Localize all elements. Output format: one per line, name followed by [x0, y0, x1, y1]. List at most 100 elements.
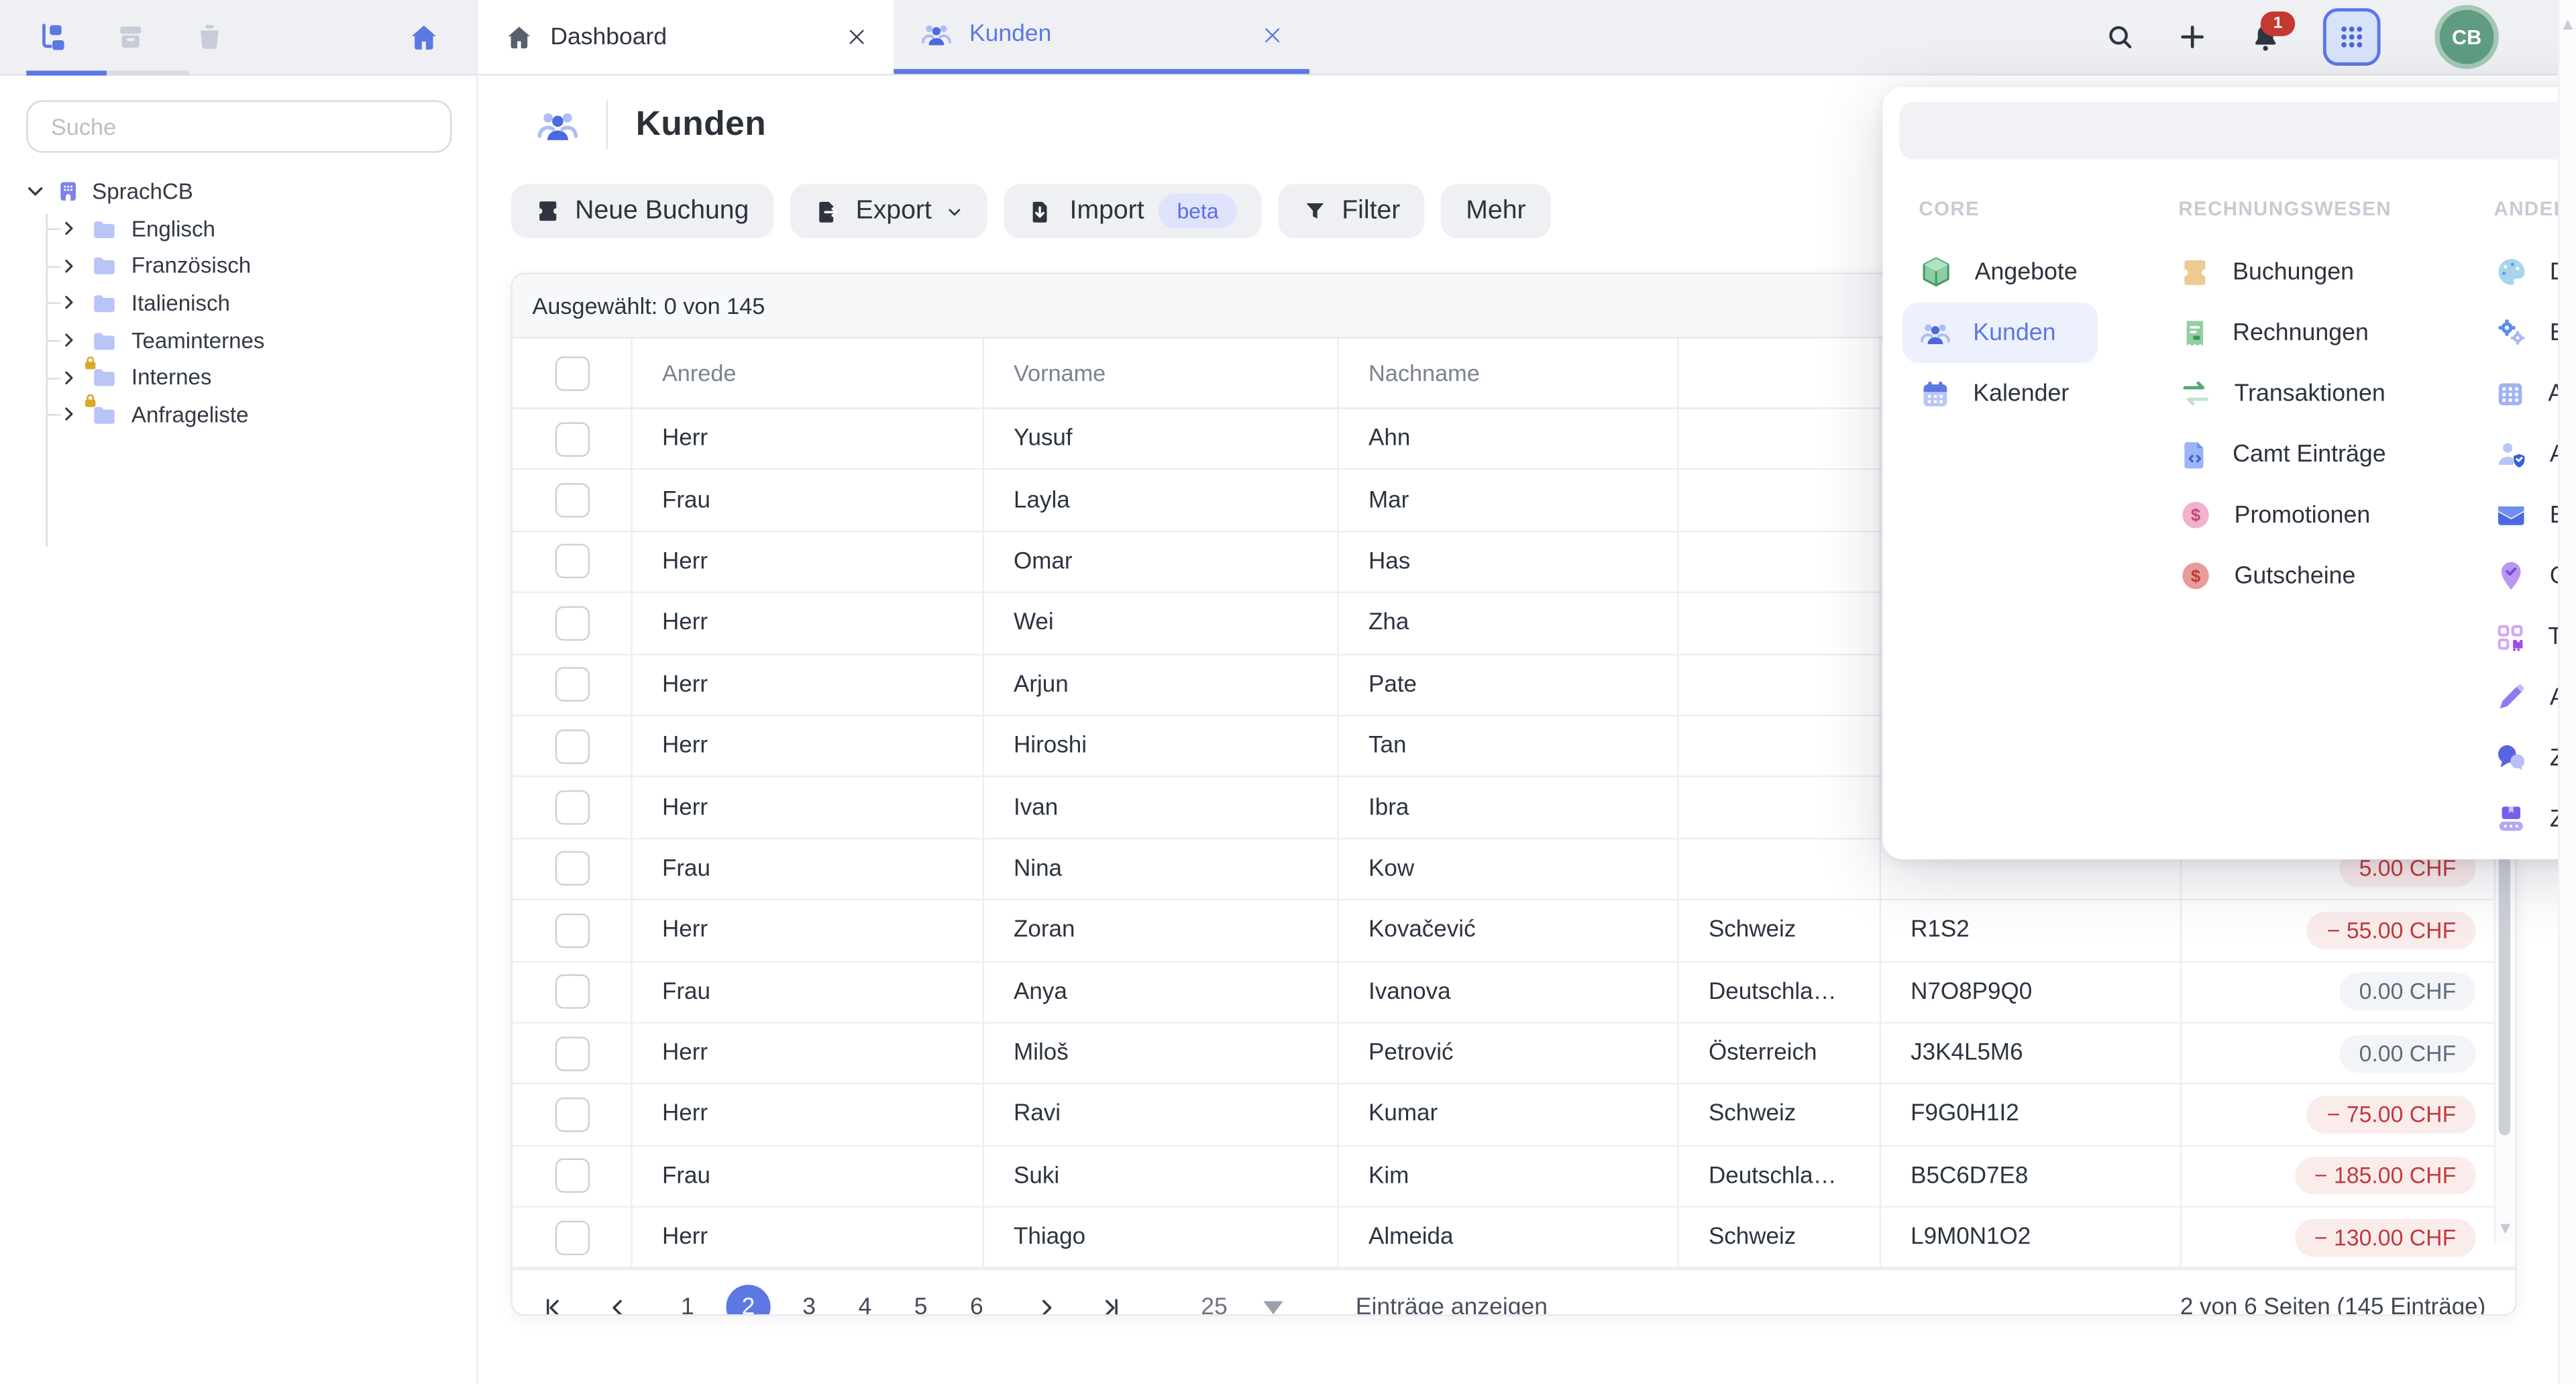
row-checkbox[interactable]: [555, 422, 589, 456]
sidebar-search[interactable]: [26, 100, 451, 152]
tab-label: Dashboard: [550, 24, 667, 50]
chevron-down-icon[interactable]: [26, 182, 44, 200]
page-button-5[interactable]: 5: [904, 1295, 938, 1316]
row-checkbox[interactable]: [555, 606, 589, 640]
chevron-down-icon: [947, 203, 963, 219]
row-checkbox[interactable]: [555, 790, 589, 824]
next-page-button[interactable]: [1035, 1296, 1058, 1316]
apps-menu-item-gutscheine[interactable]: $Gutscheine: [2162, 545, 2372, 606]
page-button-4[interactable]: 4: [848, 1295, 882, 1316]
apps-menu-item-buchungen[interactable]: Buchungen: [2162, 242, 2371, 303]
cell-nachname: Kovačević: [1339, 900, 1679, 960]
row-checkbox[interactable]: [555, 852, 589, 886]
row-checkbox[interactable]: [555, 668, 589, 702]
table-row[interactable]: HerrRaviKumarSchweizF9G0H1I2− 75.00 CHF: [513, 1085, 2515, 1147]
tab-close-icon[interactable]: [1262, 24, 1283, 46]
import-button[interactable]: Importbeta: [1004, 184, 1262, 238]
plus-icon[interactable]: [2177, 21, 2208, 53]
page-button-6[interactable]: 6: [959, 1295, 994, 1316]
table-row[interactable]: HerrThiagoAlmeidaSchweizL9M0N1O2− 130.00…: [513, 1208, 2515, 1269]
table-row[interactable]: FrauSukiKimDeutschla…B5C6D7E8− 185.00 CH…: [513, 1147, 2515, 1208]
tab-dashboard[interactable]: Dashboard: [478, 0, 894, 74]
cell-land: [1679, 594, 1881, 653]
first-page-button[interactable]: [542, 1296, 565, 1316]
column-header-3[interactable]: Nachname: [1339, 338, 1679, 407]
column-header-4[interactable]: [1679, 338, 1881, 407]
page-scrollbar[interactable]: [2558, 0, 2576, 1384]
notifications-bell[interactable]: 1: [2249, 21, 2282, 54]
search-icon[interactable]: [2104, 21, 2136, 53]
tree-item-teaminternes[interactable]: Teaminternes: [61, 321, 477, 358]
filter-button[interactable]: Filter: [1278, 184, 1425, 238]
cell-text: Suki: [1014, 1163, 1059, 1189]
apps-menu-item-transaktionen[interactable]: Transaktionen: [2162, 363, 2402, 424]
trash-icon[interactable]: [194, 21, 225, 53]
row-checkbox[interactable]: [555, 1220, 589, 1255]
column-header-2[interactable]: Vorname: [984, 338, 1339, 407]
ticket-icon: [2178, 256, 2211, 288]
apps-menu-search-input[interactable]: [1921, 116, 2576, 146]
apps-menu-search[interactable]: [1899, 102, 2576, 160]
row-checkbox[interactable]: [555, 545, 589, 579]
apps-menu-item-kunden[interactable]: Kunden: [1902, 303, 2098, 364]
tree-item-anfrageliste[interactable]: Anfrageliste: [61, 396, 477, 433]
tree-item-internes[interactable]: Internes: [61, 359, 477, 396]
row-checkbox[interactable]: [555, 1159, 589, 1193]
row-checkbox[interactable]: [555, 729, 589, 763]
last-page-button[interactable]: [1099, 1296, 1122, 1316]
column-header-1[interactable]: Anrede: [633, 338, 984, 407]
cell-text: L9M0N1O2: [1911, 1224, 2031, 1250]
tree-item-französisch[interactable]: Französisch: [61, 248, 477, 284]
tab-close-icon[interactable]: [846, 26, 867, 48]
tab-kunden[interactable]: Kunden: [894, 0, 1309, 74]
column-header-0[interactable]: [513, 338, 633, 407]
users-icon: [920, 18, 953, 51]
cell-saldo: 0.00 CHF: [2182, 1023, 2499, 1083]
lock-icon: [82, 355, 98, 371]
sidebar-scroll-indicator[interactable]: [26, 70, 107, 74]
row-checkbox-cell: [513, 1085, 633, 1145]
scroll-down-arrow[interactable]: [2500, 1224, 2510, 1234]
row-checkbox[interactable]: [555, 1036, 589, 1070]
tree-root-item[interactable]: SprachCB: [0, 172, 476, 209]
apps-grid-button[interactable]: [2323, 8, 2381, 66]
page-button-1[interactable]: 1: [670, 1295, 704, 1316]
apps-menu-item-camt-eintr-ge[interactable]: Camt Einträge: [2162, 424, 2402, 485]
folder-icon: [91, 326, 119, 354]
tree-item-englisch[interactable]: Englisch: [61, 210, 477, 247]
neue-buchung-button[interactable]: Neue Buchung: [511, 184, 773, 238]
select-all-checkbox[interactable]: [555, 356, 589, 390]
table-row[interactable]: FrauAnyaIvanovaDeutschla…N7O8P9Q00.00 CH…: [513, 962, 2515, 1024]
apps-menu-item-promotionen[interactable]: $Promotionen: [2162, 484, 2387, 545]
apps-menu-item-angebote[interactable]: Angebote: [1902, 242, 2094, 303]
cell-vorname: Yusuf: [984, 409, 1339, 469]
tree-item-italienisch[interactable]: Italienisch: [61, 284, 477, 321]
page-button-2[interactable]: 2: [726, 1285, 770, 1316]
table-row[interactable]: HerrMilošPetrovićÖsterreichJ3K4L5M60.00 …: [513, 1023, 2515, 1085]
sidebar-search-input[interactable]: [48, 112, 431, 142]
avatar[interactable]: CB: [2434, 5, 2499, 69]
prev-page-button[interactable]: [606, 1296, 629, 1316]
home-icon[interactable]: [407, 21, 440, 54]
mehr-button[interactable]: Mehr: [1442, 184, 1551, 238]
row-checkbox[interactable]: [555, 1098, 589, 1132]
cell-saldo: 0.00 CHF: [2182, 962, 2499, 1022]
apps-menu-item-rechnungen[interactable]: Rechnungen: [2162, 303, 2385, 364]
page-size-select[interactable]: 25: [1201, 1295, 1283, 1316]
page-scroll-up-arrow[interactable]: [2562, 19, 2572, 30]
row-checkbox-cell: [513, 1208, 633, 1267]
tree-view-icon[interactable]: [36, 21, 68, 53]
page-title: Kunden: [636, 105, 766, 145]
cell-anrede: Herr: [633, 716, 984, 776]
page-button-3[interactable]: 3: [792, 1295, 826, 1316]
apps-menu-column-1: RECHNUNGSWESENBuchungenRechnungenTransak…: [2178, 197, 2493, 849]
row-checkbox[interactable]: [555, 913, 589, 947]
cell-text: R1S2: [1911, 917, 1970, 943]
export-button[interactable]: Export: [790, 184, 987, 238]
apps-menu-item-kalender[interactable]: Kalender: [1902, 363, 2086, 424]
archive-icon[interactable]: [115, 21, 146, 53]
row-checkbox[interactable]: [555, 975, 589, 1009]
cell-land: Schweiz: [1679, 900, 1881, 960]
table-row[interactable]: HerrZoranKovačevićSchweizR1S2− 55.00 CHF: [513, 900, 2515, 962]
row-checkbox[interactable]: [555, 483, 589, 517]
